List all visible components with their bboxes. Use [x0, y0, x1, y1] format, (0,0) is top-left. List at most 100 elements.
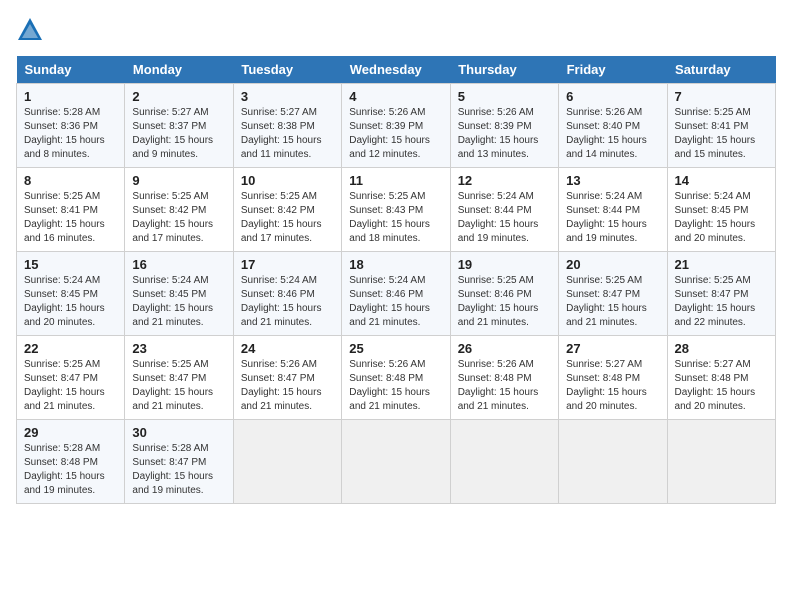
day-info: Sunrise: 5:24 AM Sunset: 8:46 PM Dayligh…	[241, 274, 334, 330]
calendar-cell: 28 Sunrise: 5:27 AM Sunset: 8:48 PM Dayl…	[667, 336, 775, 420]
calendar-cell	[342, 420, 450, 504]
day-info: Sunrise: 5:25 AM Sunset: 8:47 PM Dayligh…	[24, 358, 117, 414]
day-info: Sunrise: 5:24 AM Sunset: 8:45 PM Dayligh…	[132, 274, 225, 330]
day-number: 15	[24, 257, 117, 272]
day-number: 1	[24, 89, 117, 104]
day-number: 3	[241, 89, 334, 104]
day-info: Sunrise: 5:25 AM Sunset: 8:43 PM Dayligh…	[349, 190, 442, 246]
day-number: 27	[566, 341, 659, 356]
day-info: Sunrise: 5:28 AM Sunset: 8:47 PM Dayligh…	[132, 442, 225, 498]
logo	[16, 16, 48, 44]
day-number: 12	[458, 173, 551, 188]
calendar-cell: 8 Sunrise: 5:25 AM Sunset: 8:41 PM Dayli…	[17, 168, 125, 252]
logo-icon	[16, 16, 44, 44]
calendar-cell: 18 Sunrise: 5:24 AM Sunset: 8:46 PM Dayl…	[342, 252, 450, 336]
calendar-week-row: 1 Sunrise: 5:28 AM Sunset: 8:36 PM Dayli…	[17, 84, 776, 168]
calendar-cell	[233, 420, 341, 504]
header-sunday: Sunday	[17, 56, 125, 84]
header-friday: Friday	[559, 56, 667, 84]
calendar-cell: 3 Sunrise: 5:27 AM Sunset: 8:38 PM Dayli…	[233, 84, 341, 168]
day-info: Sunrise: 5:24 AM Sunset: 8:45 PM Dayligh…	[675, 190, 768, 246]
calendar-week-row: 22 Sunrise: 5:25 AM Sunset: 8:47 PM Dayl…	[17, 336, 776, 420]
day-number: 23	[132, 341, 225, 356]
calendar-cell: 14 Sunrise: 5:24 AM Sunset: 8:45 PM Dayl…	[667, 168, 775, 252]
day-number: 13	[566, 173, 659, 188]
calendar-cell: 30 Sunrise: 5:28 AM Sunset: 8:47 PM Dayl…	[125, 420, 233, 504]
day-number: 6	[566, 89, 659, 104]
day-number: 10	[241, 173, 334, 188]
day-number: 26	[458, 341, 551, 356]
header-wednesday: Wednesday	[342, 56, 450, 84]
calendar-cell	[450, 420, 558, 504]
day-info: Sunrise: 5:25 AM Sunset: 8:42 PM Dayligh…	[132, 190, 225, 246]
day-number: 14	[675, 173, 768, 188]
day-info: Sunrise: 5:25 AM Sunset: 8:47 PM Dayligh…	[132, 358, 225, 414]
calendar-cell: 26 Sunrise: 5:26 AM Sunset: 8:48 PM Dayl…	[450, 336, 558, 420]
calendar-cell: 24 Sunrise: 5:26 AM Sunset: 8:47 PM Dayl…	[233, 336, 341, 420]
day-number: 8	[24, 173, 117, 188]
header-thursday: Thursday	[450, 56, 558, 84]
day-number: 7	[675, 89, 768, 104]
calendar-cell: 16 Sunrise: 5:24 AM Sunset: 8:45 PM Dayl…	[125, 252, 233, 336]
day-number: 30	[132, 425, 225, 440]
day-info: Sunrise: 5:25 AM Sunset: 8:41 PM Dayligh…	[24, 190, 117, 246]
day-number: 28	[675, 341, 768, 356]
day-info: Sunrise: 5:26 AM Sunset: 8:48 PM Dayligh…	[458, 358, 551, 414]
day-number: 17	[241, 257, 334, 272]
day-number: 22	[24, 341, 117, 356]
calendar-cell: 6 Sunrise: 5:26 AM Sunset: 8:40 PM Dayli…	[559, 84, 667, 168]
day-number: 4	[349, 89, 442, 104]
day-info: Sunrise: 5:28 AM Sunset: 8:36 PM Dayligh…	[24, 106, 117, 162]
day-number: 25	[349, 341, 442, 356]
calendar-cell: 23 Sunrise: 5:25 AM Sunset: 8:47 PM Dayl…	[125, 336, 233, 420]
calendar-cell: 17 Sunrise: 5:24 AM Sunset: 8:46 PM Dayl…	[233, 252, 341, 336]
header-tuesday: Tuesday	[233, 56, 341, 84]
calendar-cell	[667, 420, 775, 504]
day-info: Sunrise: 5:25 AM Sunset: 8:46 PM Dayligh…	[458, 274, 551, 330]
day-info: Sunrise: 5:26 AM Sunset: 8:39 PM Dayligh…	[458, 106, 551, 162]
day-info: Sunrise: 5:25 AM Sunset: 8:47 PM Dayligh…	[675, 274, 768, 330]
header	[16, 16, 776, 44]
day-info: Sunrise: 5:27 AM Sunset: 8:38 PM Dayligh…	[241, 106, 334, 162]
calendar-cell: 27 Sunrise: 5:27 AM Sunset: 8:48 PM Dayl…	[559, 336, 667, 420]
calendar-cell: 4 Sunrise: 5:26 AM Sunset: 8:39 PM Dayli…	[342, 84, 450, 168]
calendar-cell: 5 Sunrise: 5:26 AM Sunset: 8:39 PM Dayli…	[450, 84, 558, 168]
day-number: 11	[349, 173, 442, 188]
calendar-cell: 1 Sunrise: 5:28 AM Sunset: 8:36 PM Dayli…	[17, 84, 125, 168]
day-info: Sunrise: 5:28 AM Sunset: 8:48 PM Dayligh…	[24, 442, 117, 498]
day-info: Sunrise: 5:24 AM Sunset: 8:44 PM Dayligh…	[566, 190, 659, 246]
calendar-cell: 20 Sunrise: 5:25 AM Sunset: 8:47 PM Dayl…	[559, 252, 667, 336]
calendar-cell: 21 Sunrise: 5:25 AM Sunset: 8:47 PM Dayl…	[667, 252, 775, 336]
day-info: Sunrise: 5:24 AM Sunset: 8:45 PM Dayligh…	[24, 274, 117, 330]
day-info: Sunrise: 5:26 AM Sunset: 8:48 PM Dayligh…	[349, 358, 442, 414]
calendar-cell	[559, 420, 667, 504]
day-number: 16	[132, 257, 225, 272]
calendar-week-row: 29 Sunrise: 5:28 AM Sunset: 8:48 PM Dayl…	[17, 420, 776, 504]
day-number: 18	[349, 257, 442, 272]
calendar-cell: 9 Sunrise: 5:25 AM Sunset: 8:42 PM Dayli…	[125, 168, 233, 252]
calendar-cell: 2 Sunrise: 5:27 AM Sunset: 8:37 PM Dayli…	[125, 84, 233, 168]
day-number: 24	[241, 341, 334, 356]
calendar-cell: 7 Sunrise: 5:25 AM Sunset: 8:41 PM Dayli…	[667, 84, 775, 168]
calendar-cell: 29 Sunrise: 5:28 AM Sunset: 8:48 PM Dayl…	[17, 420, 125, 504]
day-info: Sunrise: 5:26 AM Sunset: 8:47 PM Dayligh…	[241, 358, 334, 414]
calendar-cell: 10 Sunrise: 5:25 AM Sunset: 8:42 PM Dayl…	[233, 168, 341, 252]
day-info: Sunrise: 5:25 AM Sunset: 8:41 PM Dayligh…	[675, 106, 768, 162]
calendar-cell: 25 Sunrise: 5:26 AM Sunset: 8:48 PM Dayl…	[342, 336, 450, 420]
day-info: Sunrise: 5:26 AM Sunset: 8:40 PM Dayligh…	[566, 106, 659, 162]
day-info: Sunrise: 5:27 AM Sunset: 8:37 PM Dayligh…	[132, 106, 225, 162]
day-info: Sunrise: 5:27 AM Sunset: 8:48 PM Dayligh…	[675, 358, 768, 414]
calendar-cell: 12 Sunrise: 5:24 AM Sunset: 8:44 PM Dayl…	[450, 168, 558, 252]
calendar-header-row: SundayMondayTuesdayWednesdayThursdayFrid…	[17, 56, 776, 84]
calendar-week-row: 8 Sunrise: 5:25 AM Sunset: 8:41 PM Dayli…	[17, 168, 776, 252]
calendar-week-row: 15 Sunrise: 5:24 AM Sunset: 8:45 PM Dayl…	[17, 252, 776, 336]
day-number: 20	[566, 257, 659, 272]
calendar-cell: 11 Sunrise: 5:25 AM Sunset: 8:43 PM Dayl…	[342, 168, 450, 252]
day-number: 19	[458, 257, 551, 272]
day-number: 2	[132, 89, 225, 104]
calendar-cell: 15 Sunrise: 5:24 AM Sunset: 8:45 PM Dayl…	[17, 252, 125, 336]
calendar-cell: 19 Sunrise: 5:25 AM Sunset: 8:46 PM Dayl…	[450, 252, 558, 336]
day-number: 21	[675, 257, 768, 272]
day-number: 29	[24, 425, 117, 440]
day-info: Sunrise: 5:24 AM Sunset: 8:44 PM Dayligh…	[458, 190, 551, 246]
